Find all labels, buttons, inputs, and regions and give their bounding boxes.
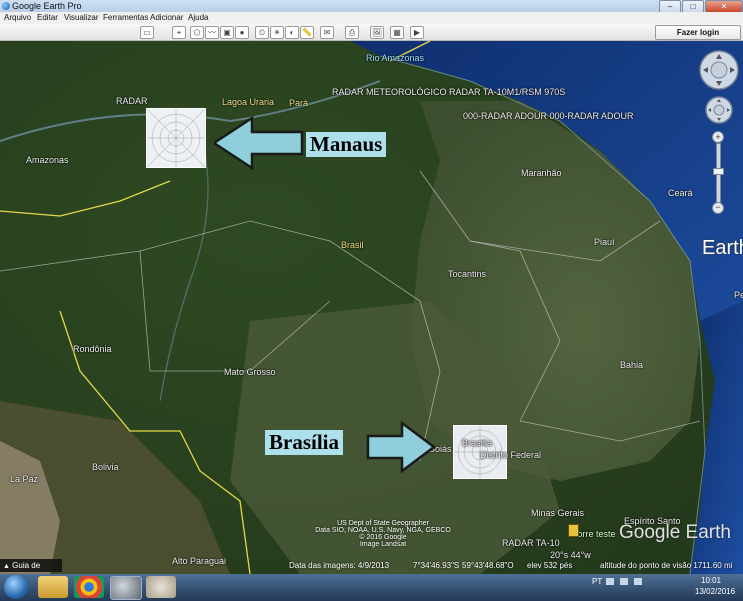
label-distrito-federal: Distrito Federal [480,450,542,460]
label-radar-meteorologico[interactable]: RADAR METEOROLÓGICO RADAR TA-10M1/RSM 97… [332,87,565,97]
sidebar-toggle-icon[interactable]: ▭ [140,26,154,39]
menu-ferramentas[interactable]: Ferramentas [103,12,148,24]
attribution-line: US Dept of State Geographer [337,520,429,527]
label-radar-adour[interactable]: 000-RADAR ADOUR 000-RADAR ADOUR [463,111,634,121]
placemark-pin-icon[interactable] [568,524,579,537]
taskbar-google-earth-icon[interactable] [110,576,142,600]
sun-icon[interactable]: ☀ [270,26,284,39]
path-icon[interactable]: 〰 [205,26,219,39]
menu-ajuda[interactable]: Ajuda [188,12,208,24]
window-title: Google Earth Pro [12,1,82,11]
label-amazonas: Amazonas [26,155,69,165]
imagery-date: Data das imagens: 4/9/2013 [289,561,390,570]
image-overlay-icon[interactable]: ▣ [220,26,234,39]
tray-network-icon[interactable] [620,578,628,585]
tour-guide-arrow-icon: ▲ [3,563,10,570]
ruler-icon[interactable]: 📏 [300,26,314,39]
callout-manaus: Manaus [306,132,387,157]
label-bolivia: Bolivia [92,462,119,472]
historical-imagery-icon[interactable]: ⏲ [255,26,269,39]
label-la-paz: La Paz [10,474,39,484]
login-button[interactable]: Fazer login [655,25,741,40]
record-tour-icon[interactable]: ● [235,26,249,39]
start-button[interactable] [4,575,28,599]
menu-arquivo[interactable]: Arquivo [4,12,31,24]
label-minas-gerais: Minas Gerais [531,508,585,518]
language-indicator[interactable]: PT [592,577,602,586]
label-pe: Pe [734,290,743,300]
save-image-icon[interactable]: 🖼 [370,26,384,39]
label-lagoa-uraria: Lagoa Uraria [222,97,275,107]
zoom-in-button[interactable]: + [712,131,724,143]
label-mato-grosso: Mato Grosso [224,367,276,377]
longitude-readout: 59°43'48.68"O [462,561,514,570]
label-bahia: Bahia [620,360,644,370]
tray-volume-icon[interactable] [634,578,642,585]
planets-icon[interactable]: ◐ [285,26,299,39]
taskbar-chrome-icon[interactable] [74,576,104,598]
label-torre-teste[interactable]: torre teste [575,529,616,539]
label-earth-right: Earth [702,237,743,259]
label-coords-small: 20°s 44°w [550,550,591,560]
attribution-line: © 2016 Google [359,534,407,541]
polygon-icon[interactable]: ⬠ [190,26,204,39]
clock-date[interactable]: 13/02/2016 [695,587,735,596]
zoom-out-button[interactable]: − [712,202,724,214]
manaus-radar-overlay-image[interactable] [146,108,206,168]
attribution-line: Data SIO, NOAA, U.S. Navy, NGA, GEBCO [315,527,451,534]
google-earth-app-icon [2,2,10,10]
move-joystick-icon[interactable] [704,95,734,125]
elevation-readout: elev 532 pés [527,561,573,570]
label-brasilia: Brasília [462,438,493,448]
brasilia-arrow-icon [366,421,436,473]
label-tocantins: Tocantins [448,269,487,279]
tour-guide-tab[interactable]: ▲ Guia de turismo [0,559,62,584]
tray-flag-icon[interactable] [606,578,614,585]
label-rondonia: Rondônia [73,344,112,354]
google-earth-watermark: Google Earth [619,522,731,543]
menu-editar[interactable]: Editar [37,12,58,24]
zoom-slider-handle[interactable] [713,168,724,175]
email-icon[interactable]: ✉ [320,26,334,39]
earth-map-view[interactable]: Rio Amazonas RADAR Lagoa Uraria Pará RAD… [0,41,743,574]
print-icon[interactable]: ⎙ [345,26,359,39]
menu-adicionar[interactable]: Adicionar [150,12,183,24]
placemark-icon[interactable]: ⌖ [172,26,186,39]
taskbar-paint-icon[interactable] [146,576,176,598]
windows-taskbar: PT 10:01 13/02/2016 [0,574,743,601]
toolbar: ▭ ⌖ ⬠ 〰 ▣ ● ⏲ ☀ ◐ 📏 ✉ ⎙ 🖼 ▦ ▶ Fazer logi… [0,24,743,41]
title-bar: Google Earth Pro – □ ✕ [0,0,743,13]
view-in-maps-icon[interactable]: ▦ [390,26,404,39]
radar-grid-icon [146,108,206,168]
label-piaui: Piauí [594,237,615,247]
movie-maker-icon[interactable]: ▶ [410,26,424,39]
label-rio-amazonas: Rio Amazonas [366,53,425,63]
window-controls: – □ ✕ [658,0,743,13]
menu-visualizar[interactable]: Visualizar [64,12,99,24]
manaus-arrow-icon [214,116,304,170]
imagery-attribution: US Dept of State Geographer Data SIO, NO… [298,520,468,548]
look-joystick-icon[interactable] [698,49,740,91]
label-ceara: Ceará [668,188,693,198]
label-maranhao: Maranhão [521,168,562,178]
attribution-line: Image Landsat [359,541,407,548]
clock-time[interactable]: 10:01 [701,576,721,585]
taskbar-file-explorer-icon[interactable] [38,576,68,598]
eye-altitude-readout: altitude do ponto de visão 1711.60 mi [600,561,733,570]
label-brasil: Brasil [341,240,364,250]
label-alto-paraguai: Alto Paraguai [172,556,227,566]
label-radar-ta10[interactable]: RADAR TA-10 [502,538,560,548]
label-para: Pará [289,98,309,108]
label-radar-top-left[interactable]: RADAR [116,96,148,106]
callout-brasilia: Brasília [265,430,344,455]
latitude-readout: 7°34'46.93"S [413,561,460,570]
